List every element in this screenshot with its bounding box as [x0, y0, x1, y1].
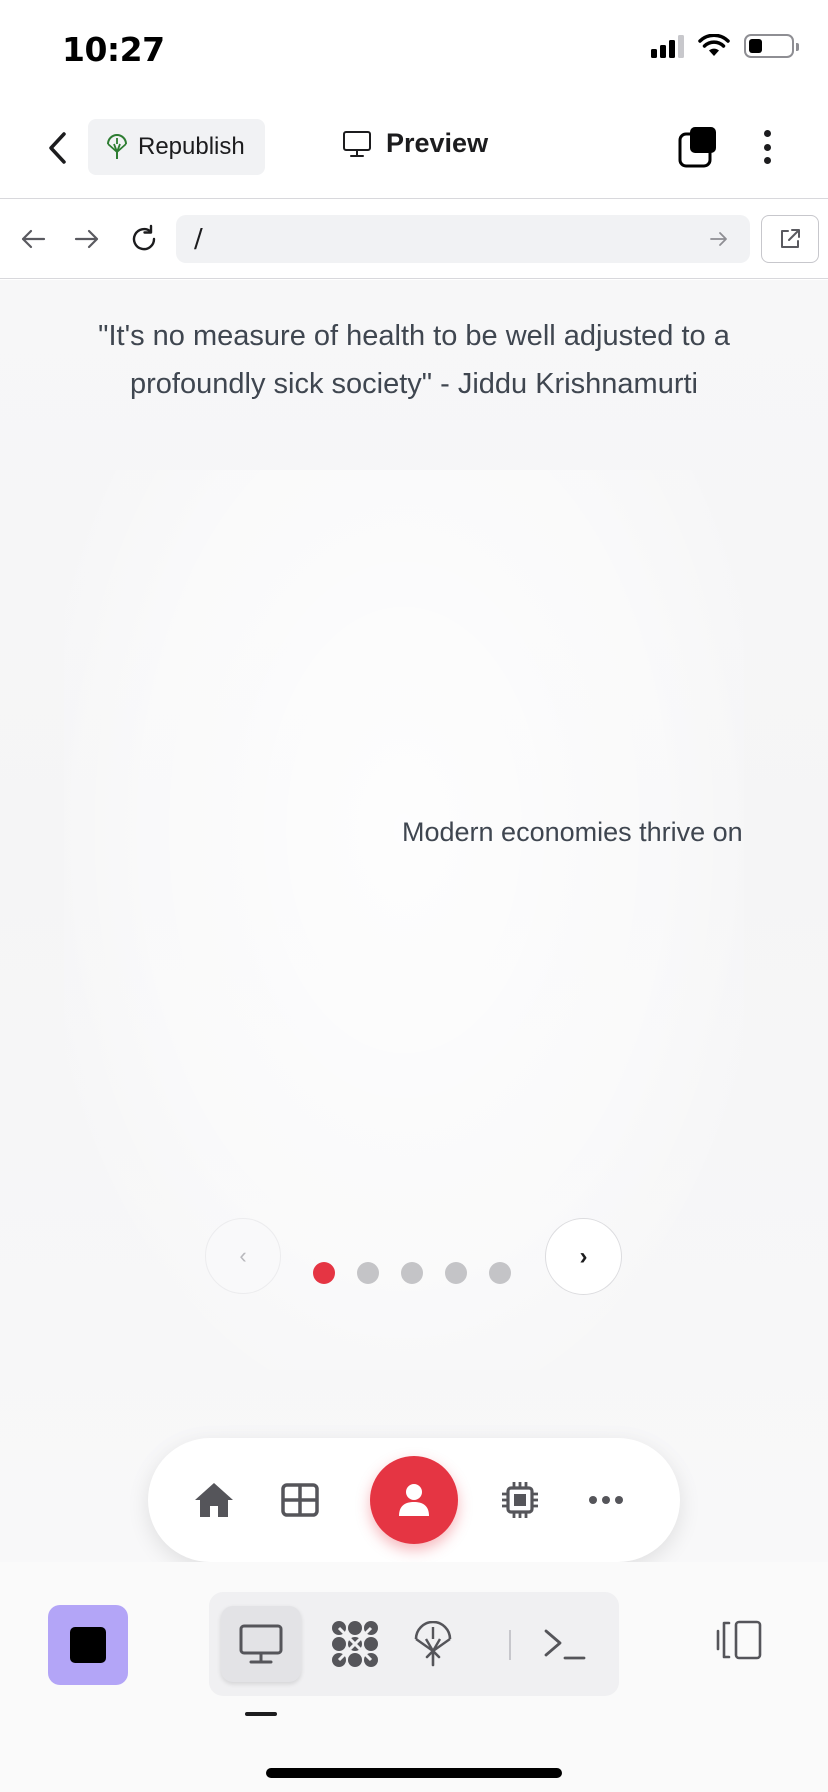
terminal-icon	[544, 1629, 586, 1660]
nav-grid-button[interactable]	[276, 1476, 324, 1524]
bottom-toolbar	[0, 1562, 828, 1792]
sidebar-toggle-icon	[716, 1620, 762, 1660]
chevron-left-icon	[49, 132, 66, 164]
app-header: Republish Preview	[0, 100, 828, 199]
carousel-prev-button[interactable]: ‹	[205, 1218, 281, 1294]
more-options-button[interactable]	[752, 126, 782, 168]
url-go-button[interactable]	[706, 226, 732, 252]
reload-button[interactable]	[125, 220, 163, 258]
stop-button[interactable]	[48, 1605, 128, 1685]
page-quote: "It's no measure of health to be well ad…	[98, 320, 730, 400]
browser-nav-bar: /	[0, 200, 828, 279]
refresh-icon	[132, 224, 156, 251]
url-input[interactable]: /	[176, 215, 750, 263]
tabs-button[interactable]	[678, 126, 718, 168]
selected-tool-indicator	[245, 1712, 277, 1716]
republish-button[interactable]: Republish	[88, 119, 265, 175]
toolbar-divider	[509, 1630, 511, 1660]
carousel-next-button[interactable]: ›	[545, 1218, 622, 1295]
chip-icon	[502, 1482, 538, 1518]
slide-card	[64, 470, 744, 1370]
tabs-icon	[678, 127, 716, 168]
nav-profile-button[interactable]	[370, 1456, 458, 1544]
status-bar: 10:27	[0, 0, 828, 100]
deploy-icon	[414, 1621, 452, 1667]
carousel-dot[interactable]	[445, 1262, 467, 1284]
home-icon	[195, 1483, 233, 1517]
tool-deploy[interactable]	[393, 1606, 473, 1682]
carousel-dot[interactable]	[401, 1262, 423, 1284]
carousel-dot[interactable]	[357, 1262, 379, 1284]
browser-forward-button[interactable]	[68, 220, 106, 258]
slide-text: Modern economies thrive on	[402, 817, 743, 847]
cellular-signal-icon	[651, 34, 684, 58]
url-value: /	[194, 224, 203, 254]
monitor-icon	[343, 130, 371, 157]
home-indicator	[266, 1768, 562, 1778]
carousel-dots	[313, 1262, 511, 1284]
wifi-icon	[698, 34, 730, 56]
preview-title-label: Preview	[386, 128, 489, 158]
arrow-right-icon	[710, 232, 727, 246]
external-link-icon	[781, 229, 800, 248]
nav-chip-button[interactable]	[496, 1476, 544, 1524]
network-icon	[332, 1621, 378, 1667]
tool-preview[interactable]	[221, 1606, 301, 1682]
toggle-panel-button[interactable]	[714, 1618, 764, 1662]
open-external-button[interactable]	[761, 215, 819, 263]
monitor-icon	[239, 1624, 283, 1664]
nav-home-button[interactable]	[190, 1476, 238, 1524]
web-preview: "It's no measure of health to be well ad…	[0, 280, 828, 1562]
tool-terminal[interactable]	[525, 1606, 605, 1682]
nav-more-button[interactable]	[582, 1476, 630, 1524]
deploy-icon	[107, 134, 127, 159]
status-icons	[651, 34, 799, 58]
grid-icon	[281, 1483, 319, 1517]
carousel-dot[interactable]	[313, 1262, 335, 1284]
preview-title: Preview	[342, 128, 488, 159]
more-icon	[589, 1496, 623, 1504]
bottom-nav	[148, 1438, 680, 1562]
user-icon	[399, 1484, 429, 1516]
tool-switcher	[209, 1592, 619, 1696]
carousel-dot[interactable]	[489, 1262, 511, 1284]
status-time: 10:27	[62, 30, 165, 69]
arrow-right-icon	[74, 229, 99, 249]
back-button[interactable]	[40, 128, 74, 168]
browser-back-button[interactable]	[14, 220, 52, 258]
republish-label: Republish	[138, 133, 245, 160]
tool-network[interactable]	[315, 1606, 395, 1682]
stop-icon	[70, 1627, 106, 1663]
arrow-left-icon	[21, 229, 46, 249]
battery-icon	[744, 34, 799, 58]
